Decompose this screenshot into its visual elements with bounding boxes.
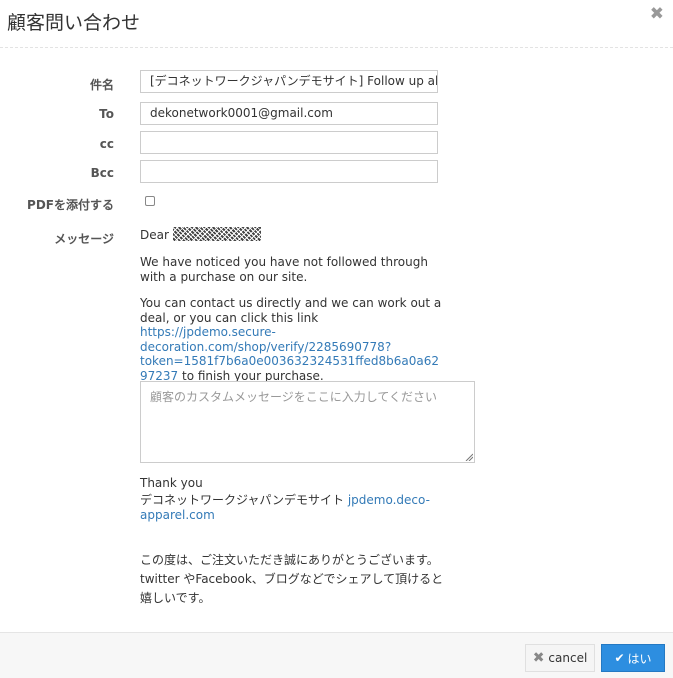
to-input[interactable]: dekonetwork0001@gmail.com: [140, 102, 438, 125]
custom-message-textarea[interactable]: 顧客のカスタムメッセージをここに入力してください: [140, 381, 475, 463]
cancel-label: cancel: [548, 651, 588, 665]
closing-line-2: twitter やFacebook、ブログなどでシェアして頂けると: [140, 572, 444, 586]
ok-label: はい: [627, 651, 652, 666]
close-icon[interactable]: ✖: [650, 4, 664, 24]
closing-line-1: この度は、ご注文いただき誠にありがとうございます。: [140, 553, 439, 567]
signature-name: デコネットワークジャパンデモサイト: [140, 493, 345, 507]
closing-line-3: 嬉しいです。: [140, 591, 211, 605]
message-paragraph-2: You can contact us directly and we can w…: [140, 296, 445, 383]
dialog-title: 顧客問い合わせ: [7, 12, 141, 34]
greeting-text: Dear: [140, 228, 169, 242]
thanks-text: Thank you: [140, 476, 203, 490]
message-paragraph-1: We have noticed you have not followed th…: [140, 255, 428, 284]
closing-message: この度は、ご注文いただき誠にありがとうございます。 twitter やFaceb…: [140, 551, 470, 608]
pdf-attach-checkbox[interactable]: [145, 196, 155, 206]
x-icon: ✖: [532, 650, 545, 666]
dialog-header: 顧客問い合わせ ✖: [0, 0, 673, 48]
message-greeting: Dear: [140, 227, 470, 243]
bcc-input[interactable]: [140, 160, 438, 183]
message-label: メッセージ: [54, 232, 114, 246]
resize-handle-icon[interactable]: [465, 453, 473, 461]
subject-input[interactable]: [デコネットワークジャパンデモサイト] Follow up ab: [140, 70, 438, 93]
ok-button[interactable]: ✔ はい: [601, 644, 665, 672]
pdf-attach-label: PDFを添付する: [27, 198, 114, 212]
custom-message-placeholder: 顧客のカスタムメッセージをここに入力してください: [150, 390, 438, 404]
paragraph-2-text: You can contact us directly and we can w…: [140, 296, 442, 325]
signature: デコネットワークジャパンデモサイト jpdemo.deco-apparel.co…: [140, 493, 440, 522]
subject-label: 件名: [89, 78, 114, 92]
cc-input[interactable]: [140, 131, 438, 154]
bcc-label: Bcc: [90, 166, 114, 180]
to-label: To: [99, 107, 114, 121]
cancel-button[interactable]: ✖ cancel: [525, 644, 595, 672]
check-icon: ✔: [614, 651, 625, 665]
cc-label: cc: [99, 137, 114, 151]
redacted-name: [172, 227, 261, 241]
